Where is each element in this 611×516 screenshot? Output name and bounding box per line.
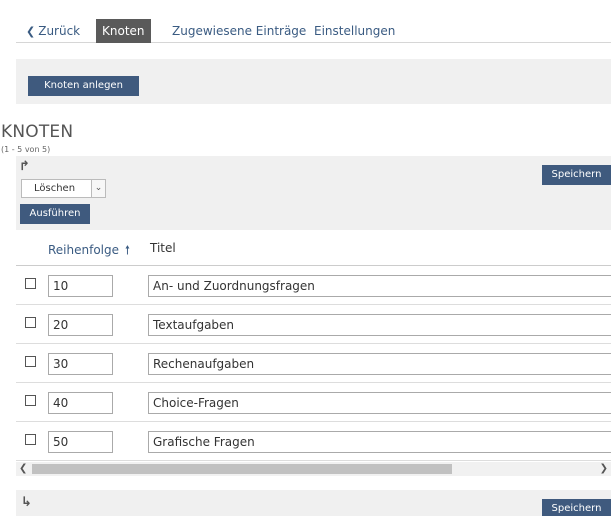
order-input[interactable]: 20 — [48, 314, 113, 336]
horizontal-scrollbar[interactable]: ❮ ❯ — [16, 462, 611, 476]
table-row: 10 An- und Zuordnungsfragen — [16, 266, 611, 305]
row-checkbox[interactable] — [25, 356, 36, 367]
row-checkbox[interactable] — [25, 278, 36, 289]
toolbar: Knoten anlegen — [16, 59, 611, 104]
order-input[interactable]: 50 — [48, 431, 113, 453]
bulk-action-select[interactable]: Löschen ⌄ — [21, 179, 106, 198]
turn-down-right-arrow-icon: ↳ — [21, 495, 32, 510]
title-input[interactable]: Textaufgaben — [148, 314, 611, 336]
table-row: 30 Rechenaufgaben — [16, 344, 611, 383]
row-checkbox[interactable] — [25, 434, 36, 445]
back-link-label: Zurück — [38, 24, 81, 38]
chevron-down-icon[interactable]: ⌄ — [91, 180, 105, 197]
title-input[interactable]: Rechenaufgaben — [148, 353, 611, 375]
arrow-up-icon: 🠕 — [124, 243, 130, 257]
tab-assigned-entries[interactable]: Zugewiesene Einträge — [166, 19, 312, 43]
title-input[interactable]: Grafische Fragen — [148, 431, 611, 453]
action-bar-top: ↱ Löschen ⌄ Ausführen Speichern — [16, 156, 611, 230]
save-button-top[interactable]: Speichern — [542, 165, 611, 185]
run-action-button[interactable]: Ausführen — [20, 204, 90, 224]
turn-right-arrow-icon: ↱ — [19, 159, 30, 174]
tab-nodes[interactable]: Knoten — [96, 19, 151, 43]
title-input[interactable]: Choice-Fragen — [148, 392, 611, 414]
scroll-left-icon[interactable]: ❮ — [19, 462, 27, 476]
tab-settings[interactable]: Einstellungen — [308, 19, 401, 43]
action-bar-bottom: ↳ Speichern — [16, 490, 611, 516]
order-input[interactable]: 30 — [48, 353, 113, 375]
row-checkbox[interactable] — [25, 395, 36, 406]
result-count: (1 - 5 von 5) — [1, 145, 51, 154]
title-header: Titel — [150, 241, 176, 255]
sort-by-order-header[interactable]: Reihenfolge 🠕 — [48, 241, 130, 262]
bulk-action-select-value: Löschen — [34, 183, 76, 194]
tab-bar: ❮ Zurück Knoten Zugewiesene Einträge Eins… — [16, 19, 611, 43]
order-header-label: Reihenfolge — [48, 243, 120, 257]
scrollbar-thumb[interactable] — [32, 464, 452, 474]
table-header: Reihenfolge 🠕 Titel — [16, 230, 611, 266]
create-node-button[interactable]: Knoten anlegen — [28, 76, 139, 96]
table-row: 40 Choice-Fragen — [16, 383, 611, 422]
title-input[interactable]: An- und Zuordnungsfragen — [148, 275, 611, 297]
scroll-right-icon[interactable]: ❯ — [600, 462, 608, 476]
page-title: KNOTEN — [1, 122, 74, 142]
save-button-bottom[interactable]: Speichern — [542, 499, 611, 516]
row-checkbox[interactable] — [25, 317, 36, 328]
table-row: 50 Grafische Fragen — [16, 422, 611, 461]
chevron-left-icon: ❮ — [26, 25, 36, 38]
back-link[interactable]: ❮ Zurück — [20, 19, 86, 43]
order-input[interactable]: 40 — [48, 392, 113, 414]
nodes-table: Reihenfolge 🠕 Titel 10 An- und Zuordnung… — [16, 230, 611, 461]
table-row: 20 Textaufgaben — [16, 305, 611, 344]
order-input[interactable]: 10 — [48, 275, 113, 297]
